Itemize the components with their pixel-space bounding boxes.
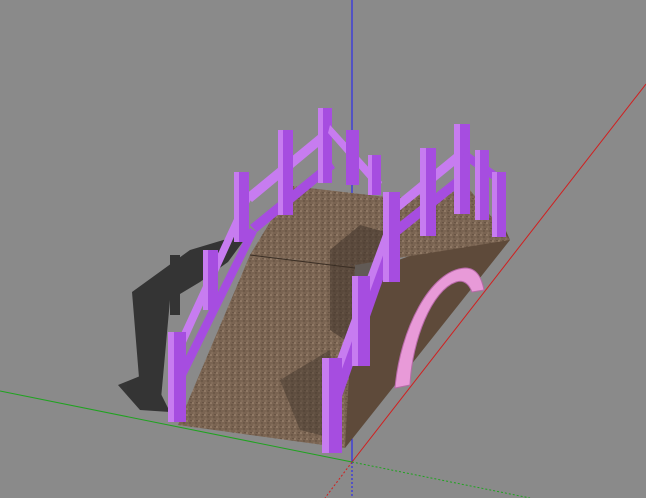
scene-canvas[interactable] [0, 0, 646, 498]
3d-viewport[interactable] [0, 0, 646, 498]
x-axis-negative-line [324, 461, 353, 498]
back-railing [328, 125, 382, 195]
bridge-model[interactable] [168, 108, 510, 453]
y-axis-negative-line [351, 461, 531, 498]
